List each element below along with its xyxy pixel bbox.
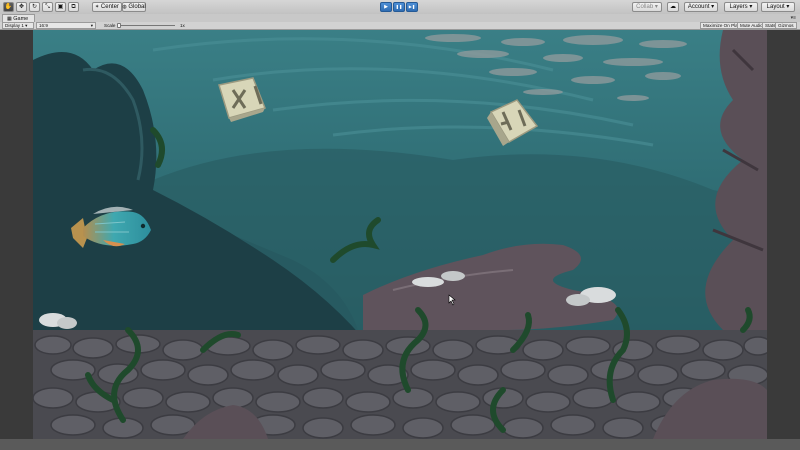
move-tool-icon[interactable]: ✥	[16, 2, 27, 12]
pause-button[interactable]: ❚❚	[393, 2, 405, 12]
play-button[interactable]: ▶	[380, 2, 392, 12]
chevron-down-icon: ▾	[749, 4, 753, 10]
status-bar	[0, 439, 800, 450]
main-toolbar: ✋ ✥ ↻ ⤡ ▣ ⧉ ✶ Center ◍ Global ▶ ❚❚ ▶❚ Co…	[0, 0, 800, 15]
space-label: Global	[128, 4, 146, 10]
gizmos-dropdown[interactable]: Gizmos	[775, 22, 797, 29]
layers-label: Layers	[729, 4, 748, 10]
globe-icon: ◍	[122, 4, 127, 10]
step-icon: ▶❚	[408, 4, 416, 9]
account-dropdown[interactable]: Account ▾	[684, 2, 718, 12]
pebble	[441, 271, 465, 281]
pebble	[57, 317, 77, 329]
game-view-controls: Display 1 ▾ 16:9 ▾ Scale 1x Maximize On …	[0, 22, 800, 30]
scale-value: 1x	[180, 23, 185, 28]
pause-icon: ❚❚	[395, 4, 403, 9]
chevron-down-icon: ▾	[90, 23, 93, 28]
transform-tool-icon[interactable]: ⧉	[68, 2, 79, 12]
aspect-label: 16:9	[39, 23, 48, 28]
hand-tool-icon[interactable]: ✋	[3, 2, 14, 12]
play-icon: ▶	[384, 4, 388, 10]
pivot-icon: ✶	[95, 4, 100, 10]
account-label: Account	[687, 4, 710, 10]
game-viewport[interactable]	[33, 30, 767, 439]
pebble	[412, 277, 444, 287]
space-mode-button[interactable]: ◍ Global	[122, 2, 146, 12]
layout-label: Layout	[766, 4, 785, 10]
tab-game[interactable]: ▦ Game	[2, 14, 36, 22]
pivot-label: Center	[100, 4, 119, 10]
collab-button[interactable]: Collab ▾	[632, 2, 662, 12]
display-label: Display 1	[5, 23, 24, 28]
scale-tool-icon[interactable]: ⤡	[42, 2, 53, 12]
layout-dropdown[interactable]: Layout ▾	[761, 2, 795, 12]
cloud-icon: ☁	[670, 4, 676, 10]
chevron-down-icon: ▾	[711, 4, 715, 10]
underwater-scene	[33, 30, 767, 439]
layers-dropdown[interactable]: Layers ▾	[724, 2, 758, 12]
rect-tool-icon[interactable]: ▣	[55, 2, 66, 12]
collab-label: Collab ▾	[636, 4, 658, 10]
scale-slider-handle[interactable]	[117, 23, 121, 28]
aspect-dropdown[interactable]: 16:9 ▾	[36, 22, 96, 29]
cloud-button[interactable]: ☁	[667, 2, 679, 12]
pivot-mode-button[interactable]: ✶ Center	[92, 2, 122, 12]
tab-menu-icon[interactable]: ▾≡	[791, 14, 796, 22]
chevron-down-icon: ▾	[786, 4, 790, 10]
scale-slider-track[interactable]	[120, 25, 175, 26]
scale-label: Scale	[104, 23, 116, 28]
step-button[interactable]: ▶❚	[406, 2, 418, 12]
display-dropdown[interactable]: Display 1 ▾	[2, 22, 34, 29]
pebble	[566, 294, 590, 306]
rotate-tool-icon[interactable]: ↻	[29, 2, 40, 12]
